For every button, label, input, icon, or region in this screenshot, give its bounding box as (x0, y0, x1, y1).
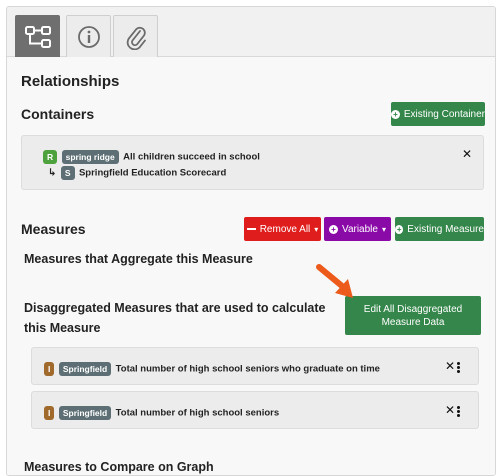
container-label: Springfield Education Scorecard (78, 167, 227, 179)
container-item-child[interactable]: ↳ S Springfield Education Scorecard (48, 164, 226, 182)
plus-circle-icon: + (391, 109, 400, 119)
more-options-icon[interactable] (457, 406, 460, 417)
measure-label: Total number of high school seniors (115, 407, 280, 419)
remove-container-icon[interactable]: ✕ (462, 147, 472, 161)
remove-all-button[interactable]: Remove All ▾ (244, 217, 321, 241)
container-label: All children succeed in school (123, 151, 260, 163)
disaggregated-measures-heading: Disaggregated Measures that are used to … (24, 301, 326, 335)
measure-row[interactable]: I Springfield Total number of high schoo… (31, 391, 479, 429)
child-arrow-icon: ↳ (48, 167, 57, 179)
remove-measure-icon[interactable]: ✕ (445, 359, 455, 373)
plus-circle-icon: + (395, 224, 404, 234)
container-type-badge: S (60, 165, 75, 180)
tab-info[interactable] (66, 15, 111, 57)
containers-panel: R spring ridge All children succeed in s… (21, 135, 484, 190)
compare-measures-heading: Measures to Compare on Graph (24, 460, 214, 474)
aggregate-measures-heading: Measures that Aggregate this Measure (24, 252, 253, 266)
more-options-icon[interactable] (457, 362, 460, 373)
measure-tag: Springfield (58, 361, 112, 376)
measure-type-badge: I (44, 361, 55, 376)
paperclip-icon (126, 26, 146, 50)
relationships-panel: Relationships Containers + Existing Cont… (6, 6, 496, 476)
tab-relationships[interactable] (15, 15, 60, 57)
add-existing-measure-button[interactable]: + Existing Measure (395, 217, 484, 241)
container-tag: spring ridge (61, 149, 119, 164)
tab-attachments[interactable] (113, 15, 158, 57)
remove-measure-icon[interactable]: ✕ (445, 403, 455, 417)
container-type-badge: R (43, 149, 58, 164)
measure-row[interactable]: I Springfield Total number of high schoo… (31, 347, 479, 385)
page-title: Relationships (21, 73, 120, 90)
measure-item: I Springfield Total number of high schoo… (44, 360, 380, 378)
measures-heading: Measures (21, 221, 86, 237)
containers-heading: Containers (21, 106, 95, 122)
plus-circle-icon: + (329, 224, 339, 234)
variable-button[interactable]: + Variable ▾ (324, 217, 391, 241)
callout-arrow-icon (316, 264, 353, 298)
measure-type-badge: I (44, 405, 55, 420)
chevron-down-icon: ▾ (381, 224, 386, 234)
network-icon (24, 25, 51, 48)
measure-tag: Springfield (58, 405, 112, 420)
measure-label: Total number of high school seniors who … (115, 363, 380, 375)
add-existing-container-button[interactable]: + Existing Container (391, 102, 485, 126)
minus-icon (246, 228, 256, 230)
measure-item: I Springfield Total number of high schoo… (44, 404, 279, 422)
tab-bar (7, 7, 495, 57)
edit-all-disaggregated-button[interactable]: Edit All Disaggregated Measure Data (345, 296, 481, 335)
info-icon (77, 25, 100, 48)
content-area: Relationships Containers + Existing Cont… (7, 58, 495, 475)
chevron-down-icon: ▾ (314, 224, 319, 234)
